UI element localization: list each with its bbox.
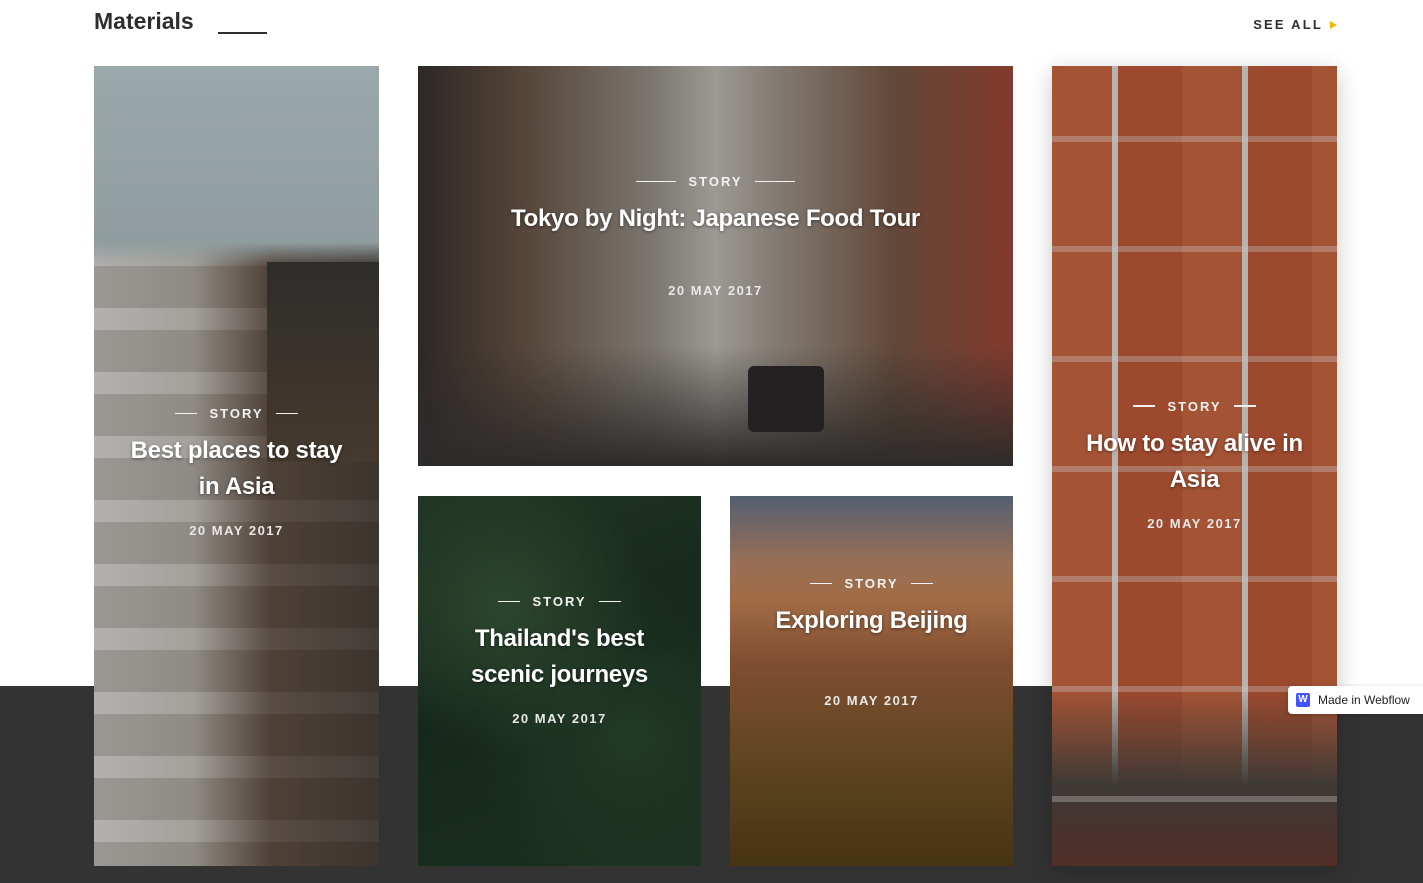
tag-divider <box>598 600 621 603</box>
tag-divider <box>1233 405 1256 407</box>
card-title: Tokyo by Night: Japanese Food Tour <box>511 205 920 232</box>
badge-label: Made in Webflow <box>1318 693 1410 707</box>
card-date: 20 MAY 2017 <box>668 283 763 298</box>
section-title: Materials <box>94 8 194 34</box>
tag-divider <box>754 180 795 183</box>
tag-divider <box>498 600 521 603</box>
story-tag: STORY <box>498 594 621 609</box>
tag-label: STORY <box>209 406 264 421</box>
story-tag: STORY <box>1133 398 1256 414</box>
card-date: 20 MAY 2017 <box>512 711 607 726</box>
tag-label: STORY <box>844 576 899 591</box>
tag-divider <box>275 412 298 415</box>
story-tag: STORY <box>810 576 933 591</box>
tag-divider <box>1133 405 1156 407</box>
card-date: 20 MAY 2017 <box>1147 515 1242 531</box>
tag-divider <box>636 180 677 183</box>
card-date: 20 MAY 2017 <box>824 693 919 708</box>
card-title: How to stay alive in Asia <box>1086 429 1303 493</box>
card-title: Thailand's best scenic journeys <box>471 625 648 688</box>
tag-divider <box>810 582 833 585</box>
story-tag: STORY <box>636 174 795 189</box>
tag-divider <box>910 582 933 585</box>
card-title: Best places to stay in Asia <box>130 437 343 500</box>
story-card-stay-alive[interactable]: STORY How to stay alive in Asia 20 MAY 2… <box>1052 66 1337 866</box>
story-card-beijing[interactable]: STORY Exploring Beijing 20 MAY 2017 <box>730 496 1013 866</box>
story-tag: STORY <box>175 406 298 421</box>
tag-label: STORY <box>688 174 743 189</box>
story-card-tokyo[interactable]: STORY Tokyo by Night: Japanese Food Tour… <box>418 66 1013 466</box>
made-in-webflow-badge[interactable]: W Made in Webflow <box>1288 686 1423 714</box>
tag-divider <box>175 412 198 415</box>
tag-label: STORY <box>532 594 587 609</box>
card-date: 20 MAY 2017 <box>189 523 284 538</box>
tag-label: STORY <box>1167 398 1222 414</box>
webflow-logo-icon: W <box>1296 693 1310 707</box>
title-underline <box>218 32 267 34</box>
chevron-right-icon <box>1330 20 1337 29</box>
story-card-thailand[interactable]: STORY Thailand's best scenic journeys 20… <box>418 496 701 866</box>
story-card-best-places[interactable]: STORY Best places to stay in Asia 20 MAY… <box>94 66 379 866</box>
see-all-link[interactable]: SEE ALL <box>1253 17 1337 32</box>
see-all-label: SEE ALL <box>1253 17 1323 32</box>
card-title: Exploring Beijing <box>775 607 968 634</box>
